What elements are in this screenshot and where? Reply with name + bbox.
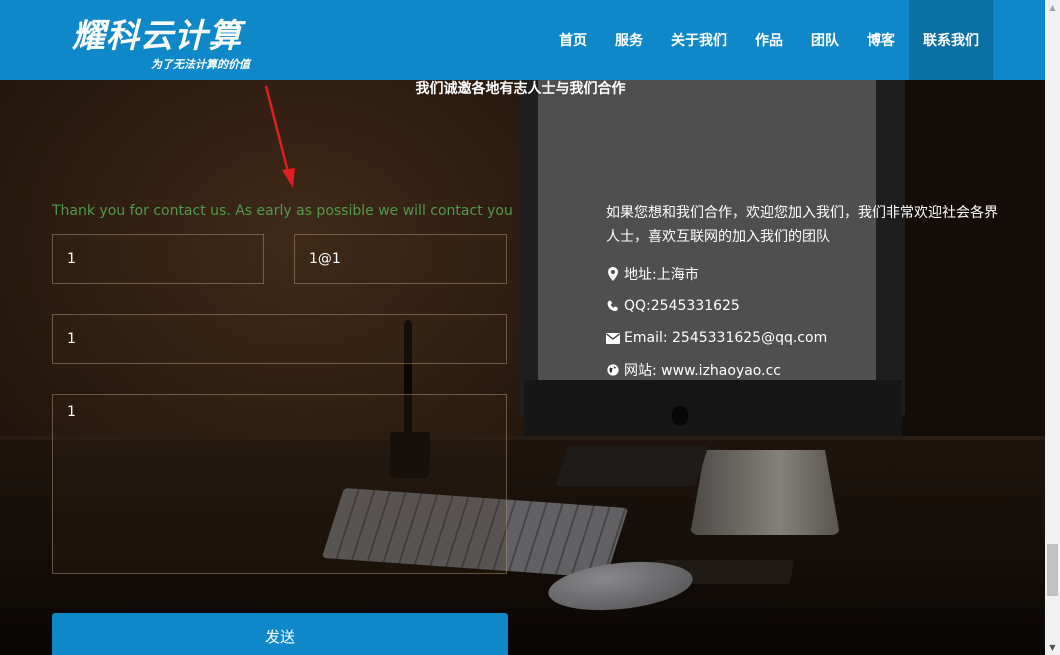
nav-item-2[interactable]: 关于我们 (657, 0, 741, 80)
nav-item-3[interactable]: 作品 (741, 0, 797, 80)
contact-address-row: 地址:上海市 (606, 258, 1001, 290)
page: 耀科云计算 为了无法计算的价值 首页 服务 关于我们 作品 团队 博客 联系我们 我们诚邀各… (0, 0, 1060, 655)
logo-title[interactable]: 耀科云计算 (72, 16, 242, 56)
contact-info: 如果您想和我们合作，欢迎您加入我们，我们非常欢迎社会各界人士，喜欢互联网的加入我… (606, 201, 1001, 386)
globe-icon (606, 364, 620, 376)
section-subtitle-text: 我们诚邀各地有志人士与我们合作 (415, 81, 626, 97)
map-marker-icon (606, 267, 620, 281)
nav-item-0[interactable]: 首页 (545, 0, 601, 80)
contact-website-row: 网站: www.izhaoyao.cc (606, 354, 1001, 386)
contact-intro: 如果您想和我们合作，欢迎您加入我们，我们非常欢迎社会各界人士，喜欢互联网的加入我… (606, 205, 998, 245)
email-input[interactable]: 1@1 (294, 234, 507, 284)
contact-email[interactable]: Email: 2545331625@qq.com (624, 330, 827, 346)
scrollbar-thumb[interactable] (1047, 544, 1058, 596)
nav-item-5[interactable]: 博客 (853, 0, 909, 80)
contact-address: 地址:上海市 (624, 267, 699, 283)
envelope-icon (606, 332, 620, 344)
contact-email-row: Email: 2545331625@qq.com (606, 322, 1001, 354)
name-input[interactable]: 1 (52, 234, 264, 284)
contact-qq: QQ:2545331625 (624, 298, 740, 314)
scroll-down-arrow-icon[interactable]: ▼ (1045, 640, 1060, 655)
page-scrollbar[interactable]: ▲ ▼ (1045, 0, 1060, 655)
logo-tagline: 为了无法计算的价值 (151, 58, 250, 71)
form-success-message: Thank you for contact us. As early as po… (52, 203, 513, 219)
message-textarea[interactable]: 1 (52, 394, 507, 574)
nav-item-1[interactable]: 服务 (601, 0, 657, 80)
subject-input[interactable]: 1 (52, 314, 507, 364)
nav-item-6[interactable]: 联系我们 (909, 0, 993, 80)
site-header: 耀科云计算 为了无法计算的价值 首页 服务 关于我们 作品 团队 博客 联系我们 (0, 0, 1045, 80)
scroll-up-arrow-icon[interactable]: ▲ (1045, 0, 1060, 15)
phone-icon (606, 300, 620, 312)
contact-qq-row: QQ:2545331625 (606, 290, 1001, 322)
main-nav: 首页 服务 关于我们 作品 团队 博客 联系我们 (545, 0, 993, 80)
send-button[interactable]: 发送 (52, 613, 508, 655)
section-subtitle: 我们诚邀各地有志人士与我们合作 (0, 80, 1045, 98)
nav-item-4[interactable]: 团队 (797, 0, 853, 80)
contact-website[interactable]: 网站: www.izhaoyao.cc (624, 360, 781, 380)
annotation-arrow-icon (264, 85, 295, 188)
